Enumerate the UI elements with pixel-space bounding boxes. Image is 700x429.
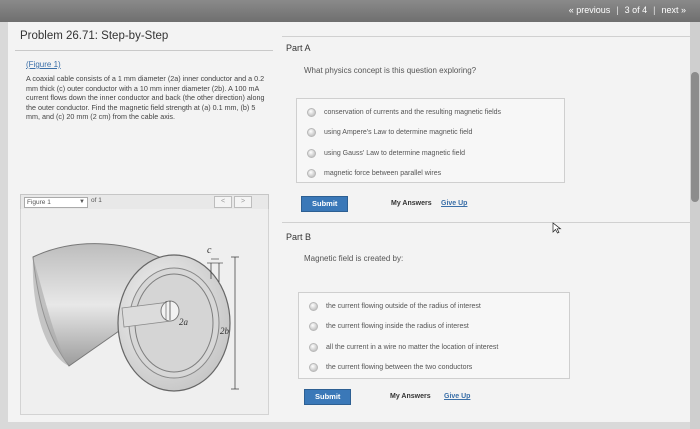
label-2a: 2a [179, 317, 189, 327]
label-c: c [207, 245, 212, 256]
part-b-option[interactable]: the current flowing outside of the radiu… [309, 302, 481, 311]
part-b-my-answers-link[interactable]: My Answers [390, 393, 431, 400]
problem-text: A coaxial cable consists of a 1 mm diame… [26, 74, 265, 122]
mouse-cursor-icon [552, 222, 562, 234]
scrollbar[interactable] [690, 22, 700, 429]
part-b-label: Part B [286, 232, 312, 242]
part-b-option[interactable]: all the current in a wire no matter the … [309, 343, 498, 352]
part-b-option[interactable]: the current flowing inside the radius of… [309, 322, 469, 331]
figure-count: of 1 [91, 197, 102, 204]
option-label: the current flowing outside of the radiu… [326, 303, 481, 310]
part-a-label: Part A [286, 43, 311, 53]
radio-button-icon[interactable] [307, 108, 316, 117]
option-label: conservation of currents and the resulti… [324, 109, 502, 116]
problem-title: Problem 26.71: Step-by-Step [20, 30, 169, 42]
part-b-give-up-link[interactable]: Give Up [444, 393, 470, 400]
part-a-option[interactable]: using Ampere's Law to determine magnetic… [307, 128, 472, 137]
figure-toolbar: Figure 1 ▼ of 1 < > [20, 194, 269, 210]
scrollbar-thumb[interactable] [691, 72, 699, 202]
part-b-option[interactable]: the current flowing between the two cond… [309, 363, 472, 372]
pager-separator: | [616, 5, 619, 15]
divider [282, 222, 692, 223]
option-label: using Ampere's Law to determine magnetic… [324, 129, 473, 136]
radio-button-icon[interactable] [309, 363, 318, 372]
option-label: using Gauss' Law to determine magnetic f… [324, 150, 466, 157]
figure-nav: < > [214, 196, 252, 208]
part-a-option[interactable]: using Gauss' Law to determine magnetic f… [307, 149, 465, 158]
page-position: 3 of 4 [624, 5, 648, 15]
part-a-submit-button[interactable]: Submit [301, 196, 349, 212]
radio-button-icon[interactable] [309, 322, 318, 331]
part-a-option[interactable]: magnetic force between parallel wires [307, 169, 441, 178]
radio-button-icon[interactable] [309, 343, 318, 352]
part-b-submit-button[interactable]: Submit [304, 389, 352, 405]
label-2b: 2b [220, 326, 230, 336]
part-b-options: the current flowing outside of the radiu… [298, 292, 570, 379]
figure-next-button[interactable]: > [234, 196, 252, 208]
option-label: all the current in a wire no matter the … [326, 344, 499, 351]
option-label: the current flowing inside the radius of… [326, 323, 469, 330]
previous-link[interactable]: « previous [569, 5, 611, 15]
figure-select[interactable]: Figure 1 ▼ [24, 197, 88, 208]
option-label: magnetic force between parallel wires [324, 170, 442, 177]
part-a-options: conservation of currents and the resulti… [296, 98, 565, 183]
part-a-my-answers-link[interactable]: My Answers [391, 200, 432, 207]
figure-prev-button[interactable]: < [214, 196, 232, 208]
top-bar: « previous | 3 of 4 | next » [0, 0, 700, 22]
figure-area: c 2a 2b [20, 209, 269, 415]
part-a-question: What physics concept is this question ex… [304, 66, 477, 75]
radio-button-icon[interactable] [307, 149, 316, 158]
option-label: the current flowing between the two cond… [326, 364, 473, 371]
figure-link[interactable]: (Figure 1) [26, 60, 61, 69]
radio-button-icon[interactable] [307, 169, 316, 178]
figure-select-value: Figure 1 [27, 199, 51, 206]
divider [282, 36, 692, 37]
next-link[interactable]: next » [661, 5, 686, 15]
part-a-option[interactable]: conservation of currents and the resulti… [307, 108, 501, 117]
part-b-question: Magnetic field is created by: [304, 254, 404, 263]
pager: « previous | 3 of 4 | next » [569, 5, 686, 15]
part-a-give-up-link[interactable]: Give Up [441, 200, 467, 207]
radio-button-icon[interactable] [307, 128, 316, 137]
pager-separator: | [653, 5, 656, 15]
radio-button-icon[interactable] [309, 302, 318, 311]
chevron-down-icon: ▼ [79, 199, 85, 205]
coaxial-cable-figure: c 2a 2b [32, 243, 239, 392]
